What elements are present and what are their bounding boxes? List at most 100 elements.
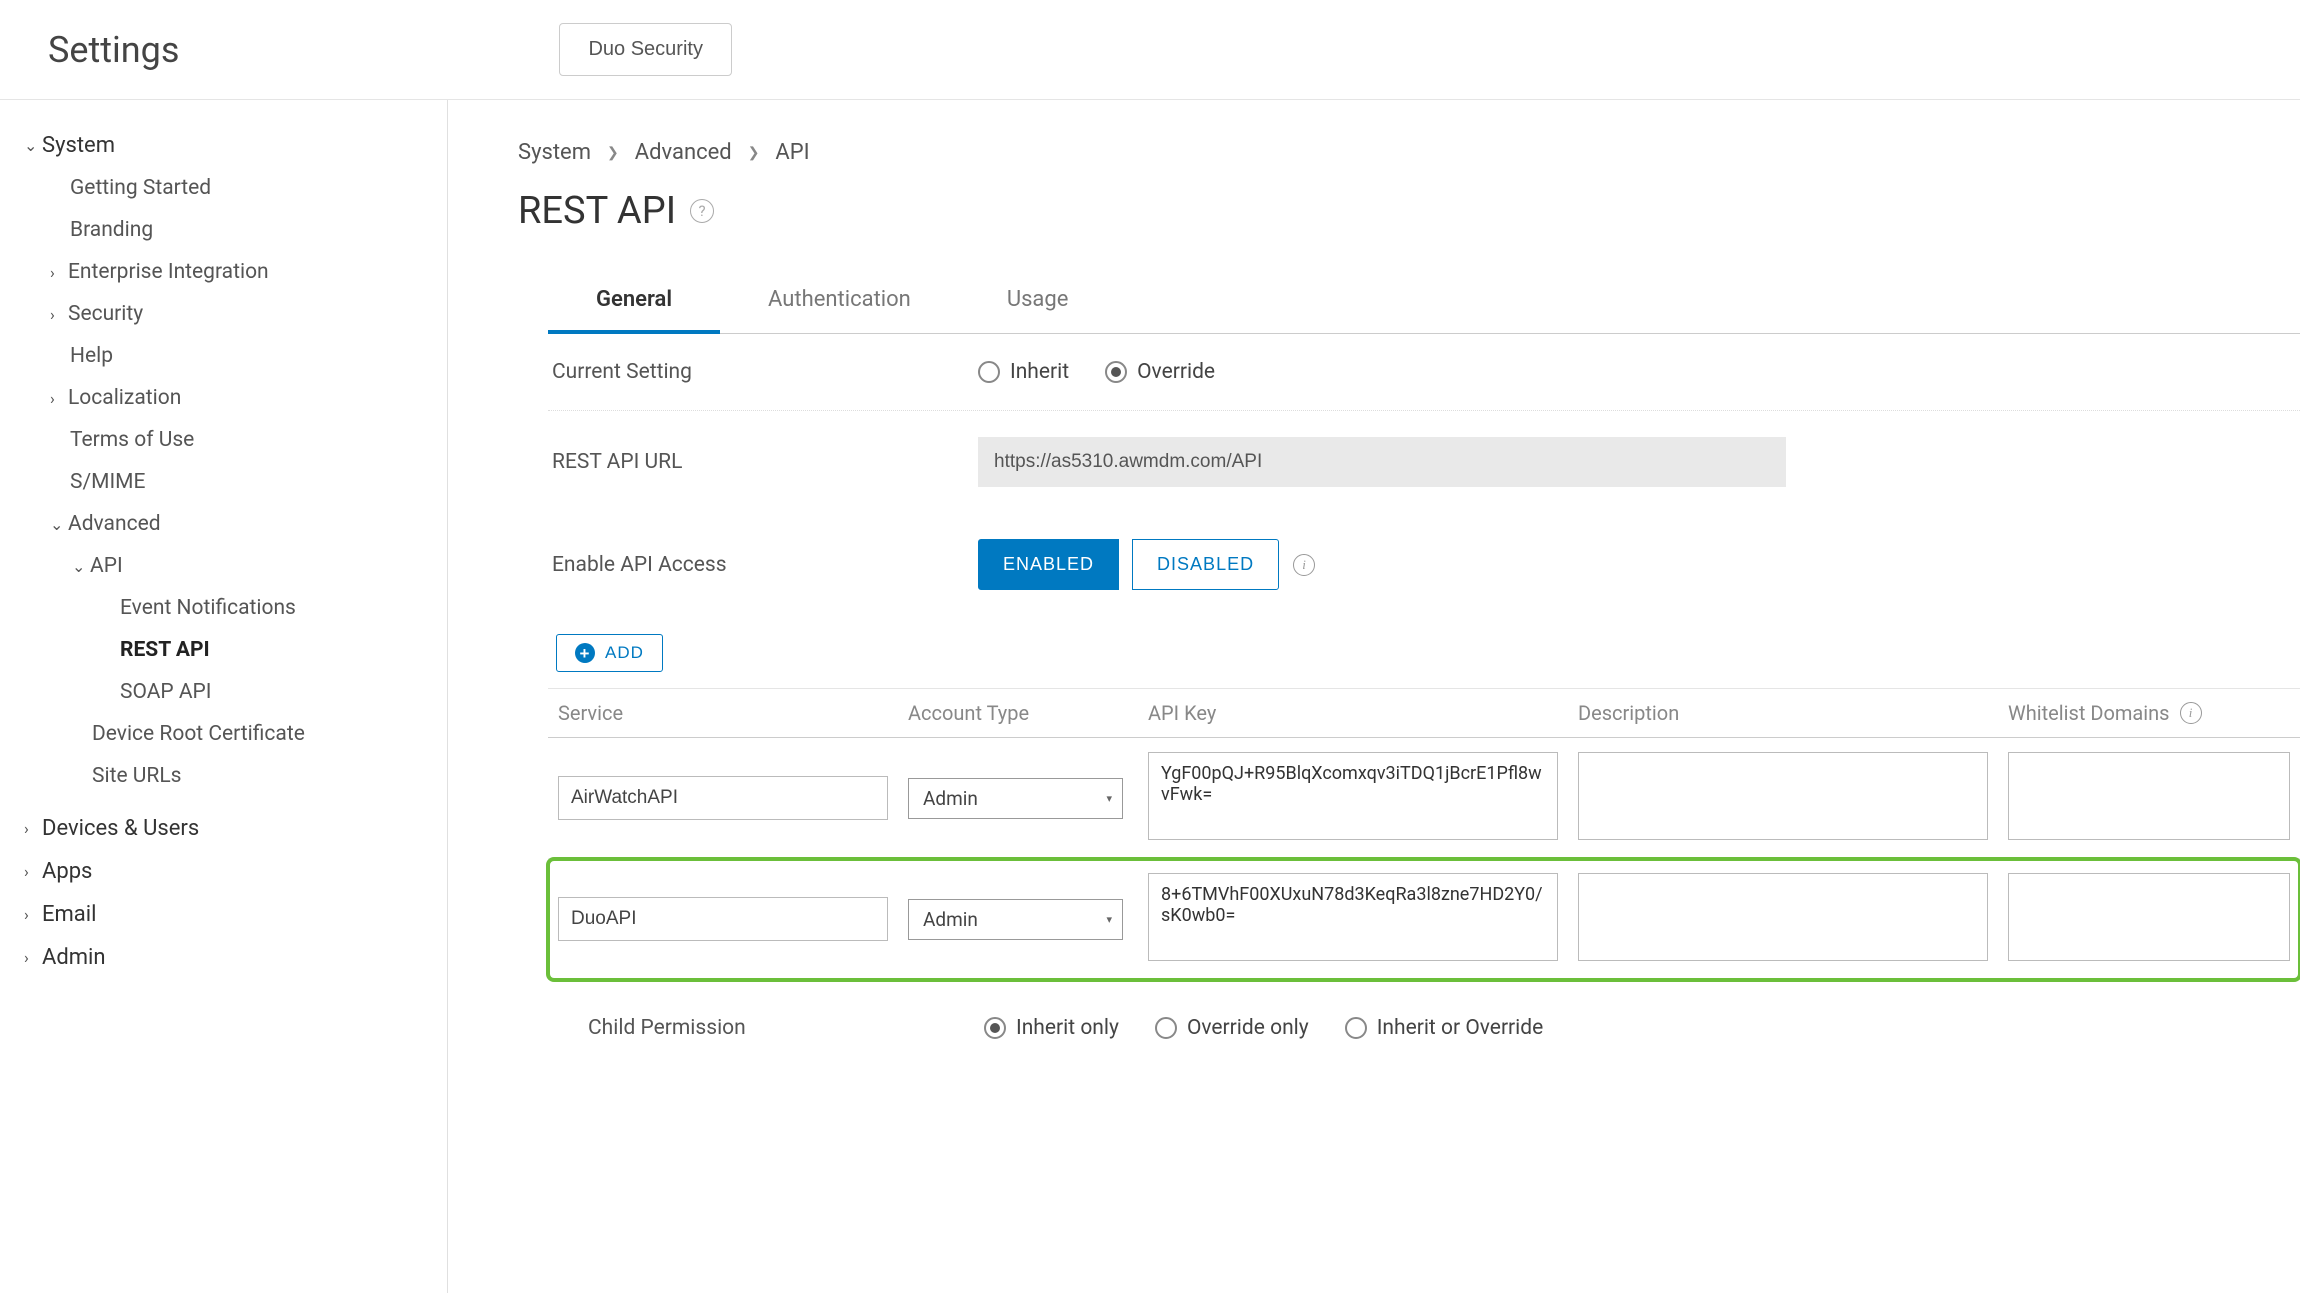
radio-icon — [984, 1017, 1006, 1039]
breadcrumb-system[interactable]: System — [518, 140, 591, 165]
chevron-right-icon: › — [24, 905, 42, 924]
account-type-select[interactable]: Admin ▾ — [908, 899, 1123, 940]
api-key-field[interactable]: 8+6TMVhF00XUxuN78d3KeqRa3l8zne7HD2Y0/sK0… — [1148, 873, 1558, 961]
radio-inherit[interactable]: Inherit — [978, 360, 1069, 384]
sidebar-item-site-urls[interactable]: Site URLs — [24, 755, 427, 797]
chevron-right-icon: › — [50, 389, 68, 408]
sidebar-item-email[interactable]: › Email — [24, 893, 427, 936]
page-title: REST API ? — [518, 189, 2300, 233]
th-api-key: API Key — [1138, 689, 1568, 738]
sidebar-label: Advanced — [68, 512, 161, 536]
toggle-disabled[interactable]: DISABLED — [1132, 539, 1279, 590]
radio-label: Inherit or Override — [1377, 1016, 1544, 1040]
radio-override[interactable]: Override — [1105, 360, 1215, 384]
sidebar-item-device-root-cert[interactable]: Device Root Certificate — [24, 713, 427, 755]
tab-usage[interactable]: Usage — [959, 269, 1117, 334]
sidebar-item-security[interactable]: › Security — [24, 293, 427, 335]
radio-inherit-or-override[interactable]: Inherit or Override — [1345, 1016, 1544, 1040]
chevron-right-icon: ❯ — [607, 145, 619, 161]
th-description: Description — [1568, 689, 1998, 738]
th-whitelist-domains: Whitelist Domains i — [1998, 689, 2300, 738]
sidebar-item-localization[interactable]: › Localization — [24, 377, 427, 419]
chevron-right-icon: › — [24, 948, 42, 967]
radio-label: Inherit only — [1016, 1016, 1119, 1040]
duo-security-button[interactable]: Duo Security — [559, 23, 732, 76]
whitelist-field[interactable] — [2008, 752, 2290, 840]
api-key-field[interactable]: YgF00pQJ+R95BlqXcomxqv3iTDQ1jBcrE1Pfl8wv… — [1148, 752, 1558, 840]
chevron-right-icon: ❯ — [748, 145, 760, 161]
radio-icon — [1105, 361, 1127, 383]
tabs: General Authentication Usage — [548, 269, 2300, 334]
breadcrumb: System ❯ Advanced ❯ API — [518, 140, 2300, 165]
radio-label: Inherit — [1010, 360, 1069, 384]
radio-inherit-only[interactable]: Inherit only — [984, 1016, 1119, 1040]
chevron-right-icon: › — [50, 263, 68, 282]
sidebar-item-apps[interactable]: › Apps — [24, 850, 427, 893]
description-field[interactable] — [1578, 752, 1988, 840]
add-button[interactable]: + ADD — [556, 634, 663, 672]
api-table: Service Account Type API Key Description… — [548, 688, 2300, 980]
chevron-right-icon: › — [24, 862, 42, 881]
chevron-right-icon: › — [50, 305, 68, 324]
table-row: Admin ▾ YgF00pQJ+R95BlqXcomxqv3iTDQ1jBcr… — [548, 738, 2300, 859]
th-account-type: Account Type — [898, 689, 1138, 738]
page-heading: Settings — [48, 29, 179, 71]
toggle-enabled[interactable]: ENABLED — [978, 539, 1119, 590]
label-current-setting: Current Setting — [548, 360, 978, 384]
sidebar-item-rest-api[interactable]: REST API — [24, 629, 427, 671]
radio-label: Override — [1137, 360, 1215, 384]
radio-icon — [1345, 1017, 1367, 1039]
account-type-select[interactable]: Admin ▾ — [908, 778, 1123, 819]
th-service: Service — [548, 689, 898, 738]
chevron-down-icon: ⌄ — [72, 557, 90, 576]
tab-general[interactable]: General — [548, 269, 720, 334]
radio-icon — [978, 361, 1000, 383]
rest-api-url-field — [978, 437, 1786, 487]
info-icon[interactable]: i — [2180, 702, 2202, 724]
sidebar-item-getting-started[interactable]: Getting Started — [24, 167, 427, 209]
chevron-down-icon: ⌄ — [50, 515, 68, 534]
sidebar-item-api[interactable]: ⌄ API — [24, 545, 427, 587]
chevron-right-icon: › — [24, 819, 42, 838]
add-label: ADD — [605, 643, 644, 663]
sidebar-label: System — [42, 133, 115, 158]
sidebar-item-branding[interactable]: Branding — [24, 209, 427, 251]
th-label: Whitelist Domains — [2008, 701, 2170, 725]
whitelist-field[interactable] — [2008, 873, 2290, 961]
info-icon[interactable]: i — [1293, 554, 1315, 576]
tab-authentication[interactable]: Authentication — [720, 269, 959, 334]
sidebar-item-advanced[interactable]: ⌄ Advanced — [24, 503, 427, 545]
help-icon[interactable]: ? — [690, 199, 714, 223]
breadcrumb-advanced[interactable]: Advanced — [635, 140, 732, 165]
radio-override-only[interactable]: Override only — [1155, 1016, 1309, 1040]
sidebar-item-enterprise-integration[interactable]: › Enterprise Integration — [24, 251, 427, 293]
select-value: Admin — [923, 908, 978, 931]
sidebar-item-soap-api[interactable]: SOAP API — [24, 671, 427, 713]
sidebar-item-help[interactable]: Help — [24, 335, 427, 377]
sidebar-item-terms-of-use[interactable]: Terms of Use — [24, 419, 427, 461]
sidebar-item-smime[interactable]: S/MIME — [24, 461, 427, 503]
service-input[interactable] — [558, 776, 888, 820]
sidebar-label: Enterprise Integration — [68, 260, 269, 284]
table-row-highlighted: Admin ▾ 8+6TMVhF00XUxuN78d3KeqRa3l8zne7H… — [548, 859, 2300, 980]
breadcrumb-api[interactable]: API — [775, 140, 809, 165]
service-input[interactable] — [558, 897, 888, 941]
sidebar-item-system[interactable]: ⌄ System — [24, 124, 427, 167]
plus-icon: + — [575, 643, 595, 663]
sidebar-item-admin[interactable]: › Admin — [24, 936, 427, 979]
sidebar-item-event-notifications[interactable]: Event Notifications — [24, 587, 427, 629]
main-content: System ❯ Advanced ❯ API REST API ? Gener… — [448, 100, 2300, 1293]
sidebar: ⌄ System Getting Started Branding › Ente… — [0, 100, 448, 1293]
sidebar-label: Apps — [42, 859, 92, 884]
label-child-permission: Child Permission — [584, 1016, 984, 1040]
description-field[interactable] — [1578, 873, 1988, 961]
label-rest-api-url: REST API URL — [548, 450, 978, 474]
chevron-down-icon: ⌄ — [24, 136, 42, 155]
sidebar-label: Localization — [68, 386, 181, 410]
sidebar-label: API — [90, 554, 123, 578]
label-enable-api-access: Enable API Access — [548, 553, 978, 577]
chevron-down-icon: ▾ — [1106, 913, 1112, 926]
sidebar-label: Security — [68, 302, 143, 326]
sidebar-item-devices-users[interactable]: › Devices & Users — [24, 807, 427, 850]
chevron-down-icon: ▾ — [1106, 792, 1112, 805]
